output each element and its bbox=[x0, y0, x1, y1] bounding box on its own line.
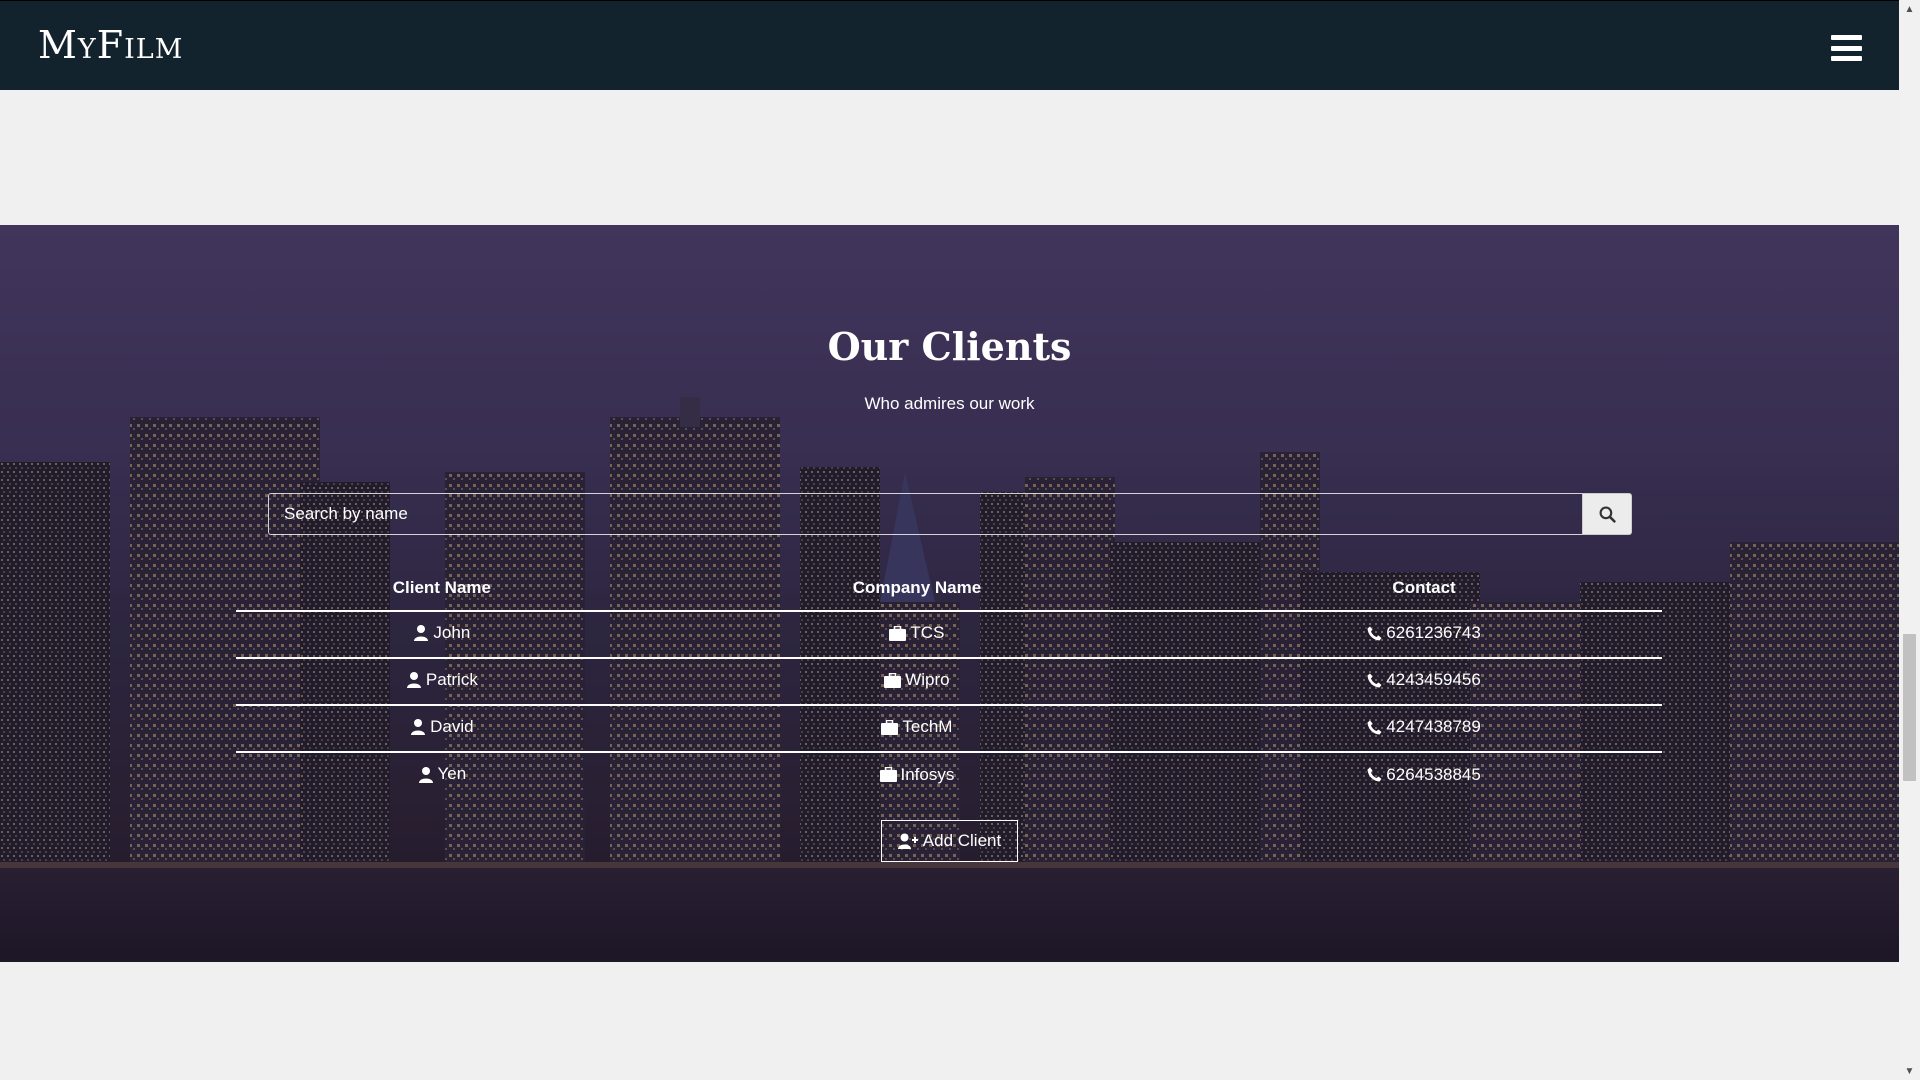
contact-number: 4247438789 bbox=[1386, 717, 1481, 737]
search-button[interactable] bbox=[1582, 493, 1632, 535]
company-name: Wipro bbox=[905, 670, 950, 690]
user-icon bbox=[411, 719, 426, 736]
table-row: Patrick Wipro 4243459456 bbox=[236, 658, 1662, 706]
search-input[interactable] bbox=[268, 493, 1582, 535]
client-cell: Yen bbox=[236, 752, 648, 799]
hamburger-menu-icon[interactable] bbox=[1831, 35, 1862, 61]
company-cell: TechM bbox=[647, 705, 1187, 753]
user-icon bbox=[418, 766, 433, 783]
contact-number: 6261236743 bbox=[1386, 623, 1481, 643]
company-name: Infosys bbox=[900, 764, 955, 784]
page: MyFilm Our Clients Who admires our work … bbox=[0, 0, 1920, 1080]
page-scrollbar[interactable]: ▲ ▼ bbox=[1899, 0, 1920, 1080]
client-cell: John bbox=[236, 611, 648, 659]
scroll-down-arrow-icon[interactable]: ▼ bbox=[1899, 1062, 1920, 1080]
client-name: David bbox=[430, 716, 474, 736]
user-plus-icon bbox=[897, 833, 918, 849]
add-client-label: Add Client bbox=[922, 831, 1002, 850]
contact-cell: 4243459456 bbox=[1186, 658, 1662, 706]
section-title: Our Clients bbox=[827, 324, 1072, 369]
briefcase-icon bbox=[889, 625, 907, 641]
company-name: TCS bbox=[910, 623, 945, 643]
client-name: Yen bbox=[437, 764, 467, 784]
search-bar bbox=[268, 493, 1632, 535]
clients-section: Our Clients Who admires our work Client … bbox=[0, 225, 1899, 962]
phone-icon bbox=[1367, 767, 1382, 782]
contact-cell: 6261236743 bbox=[1186, 611, 1662, 659]
company-cell: Wipro bbox=[647, 658, 1187, 706]
client-cell: David bbox=[236, 705, 648, 753]
clients-table: Client Name Company Name Contact John TC… bbox=[236, 565, 1662, 799]
user-icon bbox=[414, 625, 429, 642]
contact-cell: 4247438789 bbox=[1186, 705, 1662, 753]
brand-logo[interactable]: MyFilm bbox=[38, 23, 183, 67]
briefcase-icon bbox=[881, 719, 899, 735]
header-company-name: Company Name bbox=[647, 565, 1187, 612]
header-contact: Contact bbox=[1186, 565, 1662, 612]
table-row: John TCS 6261236743 bbox=[236, 611, 1662, 659]
contact-cell: 6264538845 bbox=[1186, 752, 1662, 799]
scroll-up-arrow-icon[interactable]: ▲ bbox=[1899, 0, 1920, 18]
header-client-name: Client Name bbox=[236, 565, 648, 612]
company-cell: Infosys bbox=[648, 752, 1186, 799]
phone-icon bbox=[1367, 673, 1382, 688]
table-header-row: Client Name Company Name Contact bbox=[236, 565, 1662, 612]
briefcase-icon bbox=[879, 767, 897, 783]
company-cell: TCS bbox=[647, 611, 1187, 659]
hamburger-bar bbox=[1831, 35, 1862, 40]
search-icon bbox=[1599, 506, 1616, 523]
contact-number: 6264538845 bbox=[1386, 764, 1481, 784]
contact-number: 4243459456 bbox=[1386, 670, 1481, 690]
add-client-button[interactable]: Add Client bbox=[881, 820, 1018, 862]
table-row: Yen Infosys 6264538845 bbox=[236, 752, 1662, 799]
briefcase-icon bbox=[884, 672, 902, 688]
phone-icon bbox=[1367, 626, 1382, 641]
client-name: John bbox=[433, 622, 471, 642]
section-subtitle: Who admires our work bbox=[864, 394, 1035, 413]
navbar: MyFilm bbox=[0, 0, 1899, 90]
phone-icon bbox=[1367, 720, 1382, 735]
user-icon bbox=[406, 672, 421, 689]
client-name: Patrick bbox=[425, 669, 478, 689]
client-cell: Patrick bbox=[236, 658, 648, 706]
table-row: David TechM 4247438789 bbox=[236, 705, 1662, 753]
hamburger-bar bbox=[1831, 56, 1862, 61]
hamburger-bar bbox=[1831, 45, 1862, 51]
company-name: TechM bbox=[902, 717, 953, 737]
scroll-thumb[interactable] bbox=[1903, 634, 1916, 781]
